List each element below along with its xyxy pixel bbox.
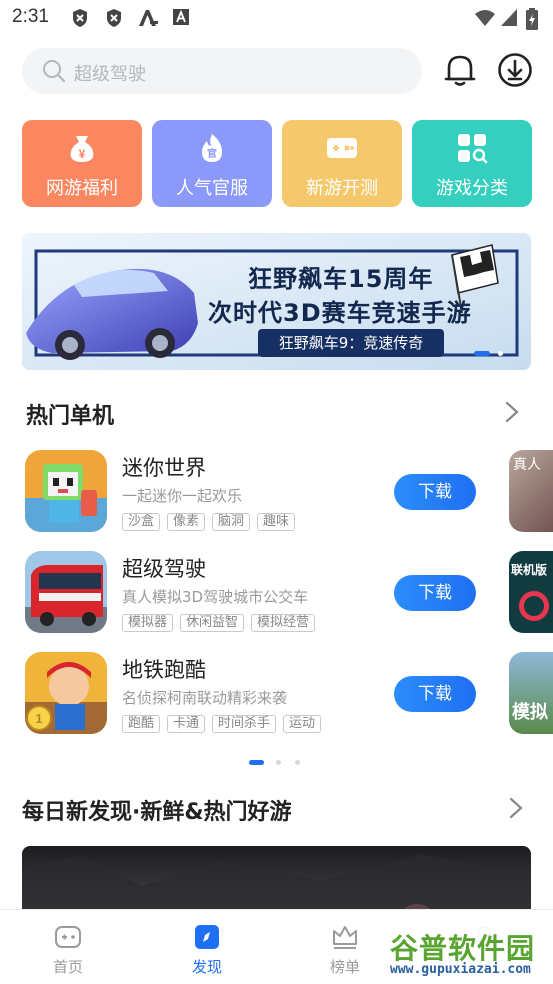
svg-text:¥: ¥	[79, 147, 86, 161]
preview-text: 模拟	[512, 702, 548, 723]
game-name: 地铁跑酷	[122, 658, 206, 682]
game-tag: 模拟器	[122, 614, 174, 632]
money-bag-icon: ¥	[70, 136, 94, 162]
next-card-preview[interactable]: 模拟	[509, 652, 553, 734]
daily-section-title: 每日新发现·新鲜&热门好游	[22, 800, 292, 825]
game-tag: 趣味	[257, 513, 296, 531]
game-tags: 模拟器 休闲益智 模拟经营	[122, 614, 316, 632]
game-row[interactable]: 超级驾驶 真人模拟3D驾驶城市公交车 模拟器 休闲益智 模拟经营 下载 联机版	[0, 551, 553, 647]
game-tag: 沙盒	[122, 513, 161, 531]
game-tags: 跑酷 卡通 时间杀手 运动	[122, 715, 322, 733]
game-row[interactable]: 迷你世界 一起迷你一起欢乐 沙盒 像素 脑洞 趣味 下载 真人	[0, 450, 553, 546]
banner-headline: 次时代3D赛车竞速手游	[208, 299, 472, 327]
pager-dot	[276, 760, 281, 765]
promo-banner[interactable]: 狂野飙车15周年 次时代3D赛车竞速手游 狂野飙车9：竞速传奇	[22, 233, 531, 370]
game-desc: 一起迷你一起欢乐	[122, 487, 243, 505]
category-label: 游戏分类	[436, 178, 508, 199]
preview-decoration	[519, 591, 549, 621]
wifi-icon	[475, 10, 495, 26]
game-name: 超级驾驶	[122, 557, 206, 581]
chevron-right-icon[interactable]	[508, 797, 524, 819]
shield-icon	[107, 9, 121, 27]
game-desc: 名侦探柯南联动精彩来袭	[122, 689, 288, 707]
game-row[interactable]: 1 地铁跑酷 名侦探柯南联动精彩来袭 跑酷 卡通 时间杀手 运动 下载 模拟	[0, 652, 553, 748]
hot-section-title: 热门单机	[26, 404, 115, 429]
game-tag: 休闲益智	[180, 614, 245, 632]
super-driving-game-icon	[25, 551, 107, 633]
battery-icon	[526, 8, 538, 30]
banner-subtitle: 狂野飙车9：竞速传奇	[258, 329, 444, 357]
tab-label: 榜单	[329, 958, 360, 976]
crown-icon	[333, 926, 357, 949]
preview-text: 真人	[513, 457, 541, 473]
a-font-icon	[139, 10, 158, 26]
game-name: 迷你世界	[122, 456, 206, 480]
shield-icon	[73, 9, 87, 27]
category-label: 新游开测	[306, 178, 378, 199]
next-card-preview[interactable]: 联机版	[509, 551, 553, 633]
game-tag: 卡通	[167, 715, 206, 733]
watermark-url: www.gupuxiazai.com	[390, 962, 531, 977]
bell-icon[interactable]	[443, 52, 477, 88]
banner-dot-active	[474, 351, 490, 356]
pager-dot-active	[249, 760, 264, 765]
gamepad-icon	[327, 138, 357, 158]
grid-search-icon	[458, 134, 488, 164]
search-icon	[43, 60, 66, 83]
svg-text:1: 1	[35, 711, 42, 726]
gamepad-icon	[55, 926, 81, 948]
signal-icon	[501, 9, 517, 26]
category-online-welfare[interactable]: ¥ 网游福利	[22, 120, 142, 207]
game-tags: 沙盒 像素 脑洞 趣味	[122, 513, 296, 531]
category-game-types[interactable]: 游戏分类	[412, 120, 532, 207]
download-button[interactable]: 下载	[394, 676, 476, 712]
tab-label: 首页	[52, 958, 83, 976]
game-tag: 运动	[283, 715, 322, 733]
category-new-games[interactable]: 新游开测	[282, 120, 402, 207]
svg-text:官: 官	[207, 147, 217, 160]
download-button[interactable]: 下载	[394, 474, 476, 510]
tab-label: 发现	[191, 958, 222, 976]
tab-rankings[interactable]: 榜单	[305, 910, 385, 984]
game-tag: 时间杀手	[212, 715, 277, 733]
banner-dot	[498, 351, 503, 356]
download-circle-icon[interactable]	[497, 52, 533, 88]
subway-surfers-game-icon: 1	[25, 652, 107, 734]
site-watermark: 谷普软件园 www.gupuxiazai.com	[386, 925, 550, 981]
banner-title: 狂野飙车15周年	[248, 265, 434, 293]
status-time: 2:31	[12, 6, 49, 27]
search-placeholder: 超级驾驶	[74, 64, 146, 85]
game-tag: 脑洞	[212, 513, 251, 531]
pager-dot	[295, 760, 300, 765]
compass-icon	[195, 925, 219, 949]
category-label: 网游福利	[46, 178, 118, 199]
category-label: 人气官服	[176, 178, 248, 199]
tab-home[interactable]: 首页	[28, 910, 108, 984]
game-tag: 像素	[167, 513, 206, 531]
category-official[interactable]: 官 人气官服	[152, 120, 272, 207]
watermark-title: 谷普软件园	[390, 932, 536, 965]
mini-world-game-icon	[25, 450, 107, 532]
game-tag: 模拟经营	[251, 614, 316, 632]
tab-discover[interactable]: 发现	[167, 910, 247, 984]
chevron-right-icon[interactable]	[504, 401, 520, 423]
download-button[interactable]: 下载	[394, 575, 476, 611]
a-box-icon	[173, 9, 189, 25]
flame-icon: 官	[202, 134, 222, 162]
preview-text: 联机版	[511, 563, 548, 577]
next-card-preview[interactable]: 真人	[509, 450, 553, 532]
game-desc: 真人模拟3D驾驶城市公交车	[122, 588, 309, 606]
game-tag: 跑酷	[122, 715, 161, 733]
status-bar: 2:31	[0, 0, 553, 36]
search-bar[interactable]: 超级驾驶	[22, 48, 422, 94]
